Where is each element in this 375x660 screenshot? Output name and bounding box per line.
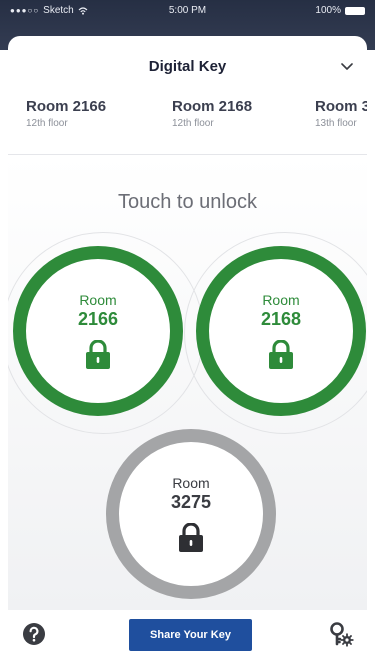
battery-percent: 100% <box>315 5 341 16</box>
page-title: Digital Key <box>148 58 227 75</box>
room-tab-floor: 13th floor <box>315 118 357 129</box>
room-tab-name: Room 3 <box>315 98 367 115</box>
lock-room-number: 2166 <box>77 309 119 329</box>
share-key-button[interactable]: Share Your Key <box>129 619 252 651</box>
key-gear-icon[interactable] <box>327 620 355 648</box>
lock-content: Room 3275 <box>119 442 263 586</box>
unlock-prompt: Touch to unlock <box>118 191 257 213</box>
room-tab-2168[interactable]: Room 2168 12th floor <box>172 98 302 154</box>
battery-icon <box>345 6 365 15</box>
question-circle-icon[interactable] <box>22 622 46 646</box>
room-tabs: Room 2166 12th floor Room 2168 12th floo… <box>8 98 367 154</box>
unlock-room-2166-button[interactable]: Room 2166 <box>13 246 183 416</box>
status-bar: ●●●○○ Sketch 5:00 PM 100% <box>0 0 375 22</box>
room-tab-3[interactable]: Room 3 13th floor <box>315 98 367 154</box>
status-right: 100% <box>315 5 365 16</box>
lock-room-label: Room <box>262 292 300 308</box>
lock-room-label: Room <box>79 292 117 308</box>
lock-room-label: Room <box>172 475 210 491</box>
lock-content: Room 2166 <box>26 259 170 403</box>
room-tab-floor: 12th floor <box>172 118 214 129</box>
chevron-down-icon[interactable] <box>341 60 353 72</box>
lock-room-number: 2168 <box>260 309 302 329</box>
lock-room-number: 3275 <box>170 492 212 512</box>
lock-content: Room 2168 <box>209 259 353 403</box>
lock-icon <box>269 340 293 369</box>
unlock-room-3275-button[interactable]: Room 3275 <box>106 429 276 599</box>
lock-icon <box>179 523 203 552</box>
app-screen: ●●●○○ Sketch 5:00 PM 100% Digital Key Ro… <box>0 0 375 660</box>
lock-icon <box>86 340 110 369</box>
room-tab-floor: 12th floor <box>26 118 68 129</box>
unlock-room-2168-button[interactable]: Room 2168 <box>196 246 366 416</box>
room-tab-name: Room 2166 <box>26 98 107 115</box>
digital-key-sheet: Digital Key Room 2166 12th floor Room 21… <box>8 36 367 660</box>
room-tab-2166[interactable]: Room 2166 12th floor <box>26 98 156 154</box>
room-tab-name: Room 2168 <box>172 98 253 115</box>
sheet-header: Digital Key <box>8 36 367 98</box>
bottom-bar: Share Your Key <box>8 610 367 660</box>
